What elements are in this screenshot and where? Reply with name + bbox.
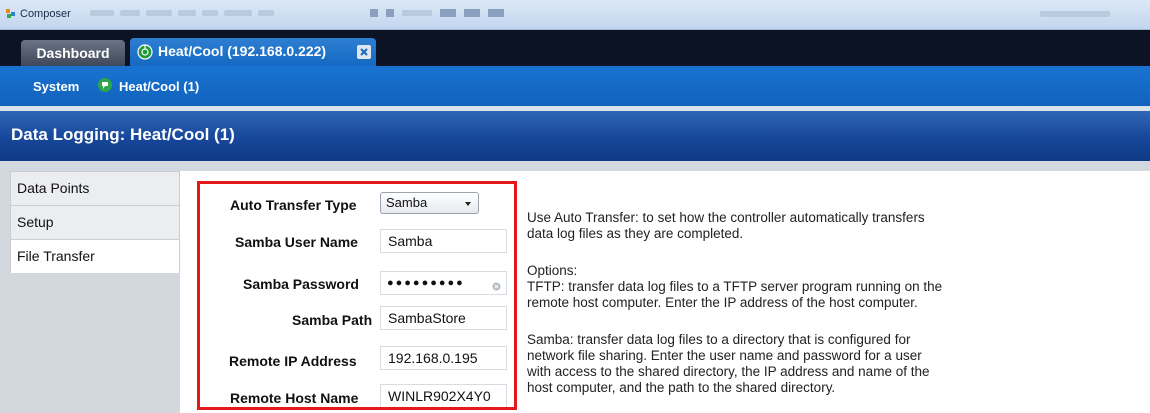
help-text-line: data log files as they are completed. [527,226,744,241]
toolbar[interactable] [370,9,504,17]
help-tftp-line: TFTP: transfer data log files to a TFTP … [527,279,943,294]
window-controls[interactable] [1040,11,1110,17]
toolbar-button[interactable] [488,9,504,17]
tab-label: Heat/Cool (192.168.0.222) [158,43,327,59]
menu-item[interactable] [202,10,218,16]
zoom-control[interactable] [402,10,432,16]
menu-item[interactable] [224,10,252,16]
app-logo-icon [6,9,15,18]
help-samba-line: host computer, and the path to the share… [527,380,836,395]
tab-heat-cool[interactable]: Heat/Cool (192.168.0.222) [130,38,376,66]
toolbar-button[interactable] [386,9,394,17]
sidebar: Data Points Setup File Transfer [10,171,180,273]
thermostat-icon [137,44,153,60]
menu-item[interactable] [258,10,274,16]
toolbar-button[interactable] [464,9,480,17]
close-icon[interactable] [357,45,371,59]
tab-dashboard[interactable]: Dashboard [21,40,125,66]
app-title: Composer [20,8,71,20]
sidebar-item-data-points[interactable]: Data Points [10,171,180,205]
breadcrumb-system[interactable]: System [33,79,79,94]
menu-item[interactable] [90,10,114,16]
breadcrumb: System Heat/Cool (1) [0,66,1150,106]
sidebar-item-file-transfer[interactable]: File Transfer [10,239,180,273]
help-samba-line: network file sharing. Enter the user nam… [527,348,922,363]
toolbar-button[interactable] [440,9,456,17]
help-samba-line: Samba: transfer data log files to a dire… [527,332,911,347]
tab-strip: Dashboard Heat/Cool (192.168.0.222) [0,30,1150,66]
title-bar: Composer [0,0,1150,30]
menu-bar[interactable] [90,10,274,16]
thermostat-icon [98,78,112,92]
sidebar-item-setup[interactable]: Setup [10,205,180,239]
menu-item[interactable] [146,10,172,16]
page-title: Data Logging: Heat/Cool (1) [11,125,235,144]
menu-item[interactable] [178,10,196,16]
help-tftp-line: remote host computer. Enter the IP addre… [527,295,918,310]
help-samba-line: with access to the shared directory, the… [527,364,930,379]
highlight-box [197,181,517,410]
breadcrumb-device[interactable]: Heat/Cool (1) [119,79,199,94]
toolbar-button[interactable] [370,9,378,17]
help-text-line: Use Auto Transfer: to set how the contro… [527,210,925,225]
page-header: Data Logging: Heat/Cool (1) [0,111,1150,161]
menu-item[interactable] [120,10,140,16]
help-options-heading: Options: [527,263,578,278]
